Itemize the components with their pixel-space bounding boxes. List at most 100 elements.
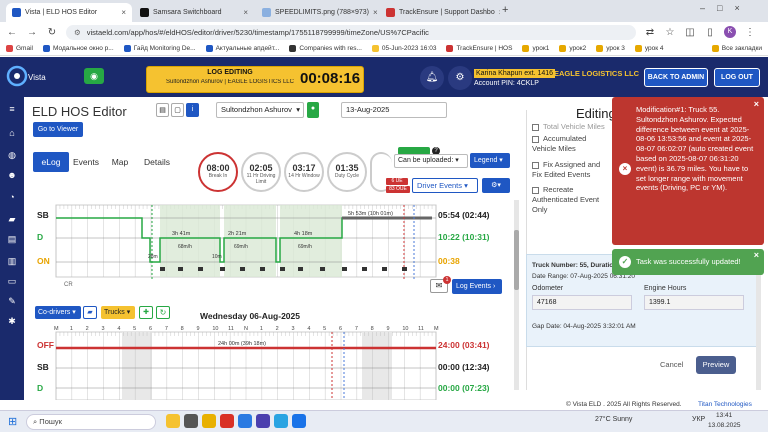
browser-tab[interactable]: TrackEnsure | Support Dashbo ×	[380, 3, 500, 22]
url-input[interactable]: ⚙ vistaeld.com/app/hos/#/eldHOS/editor/d…	[66, 24, 636, 40]
truck-icon[interactable]: ▰	[6, 213, 18, 225]
error-toast[interactable]: × × Modification#1: Truck 55. Sultondzho…	[612, 97, 764, 245]
sidepanel-icon[interactable]: ▯	[704, 27, 716, 38]
event-marker-icon[interactable]	[342, 267, 347, 271]
recreate-authenticated-checkbox[interactable]: Recreate Authenticated Event Only	[532, 185, 610, 215]
settings-icon[interactable]: ✱	[6, 315, 18, 327]
driver-select[interactable]: Sultondzhon Ashurov ▾	[216, 102, 304, 118]
translate-icon[interactable]: ⇄	[644, 27, 656, 38]
fix-edited-events-checkbox[interactable]: Fix Assigned and Fix Edited Events	[532, 160, 610, 180]
close-icon[interactable]: ×	[754, 242, 759, 268]
file-explorer-icon[interactable]	[202, 414, 216, 428]
new-tab-icon[interactable]: +	[502, 4, 508, 16]
browser-tab[interactable]: Samsara Switchboard ×	[134, 3, 254, 22]
go-to-viewer-button[interactable]: Go to Viewer	[33, 122, 83, 137]
extensions-icon[interactable]: ◫	[684, 27, 696, 38]
event-marker-icon[interactable]	[280, 267, 285, 271]
drive-segment-1[interactable]	[160, 205, 220, 277]
event-marker-icon[interactable]	[320, 267, 325, 271]
site-info-icon[interactable]: ⚙	[74, 28, 81, 37]
bell-icon[interactable]: ◔	[6, 191, 18, 203]
close-tab-icon[interactable]: ×	[121, 8, 126, 17]
legend-button[interactable]: Legend ▾	[470, 153, 510, 168]
can-be-uploaded-select[interactable]: Can be uploaded: ▾	[394, 154, 468, 168]
gear-icon[interactable]: ⚙	[448, 66, 472, 90]
bookmark-item[interactable]: Актуальные апдейт...	[205, 45, 279, 52]
tab-events[interactable]: Events	[69, 152, 103, 172]
bookmark-item[interactable]: Companies with res...	[289, 45, 362, 52]
browser-tab[interactable]: Vista | ELD HOS Editor ×	[6, 3, 132, 22]
scrollbar[interactable]	[514, 200, 519, 390]
driver-events-select[interactable]: Driver Events ▾	[412, 178, 478, 193]
event-marker-icon[interactable]	[240, 267, 245, 271]
sparkle-icon[interactable]	[166, 414, 180, 428]
event-marker-icon[interactable]	[178, 267, 183, 271]
total-miles-checkbox[interactable]: Total Vehicle Miles	[532, 122, 608, 132]
cancel-button[interactable]: Cancel	[660, 360, 683, 369]
event-marker-icon[interactable]	[160, 267, 165, 271]
close-tab-icon[interactable]: ×	[373, 8, 378, 17]
date-input[interactable]: 13-Aug-2025	[341, 102, 447, 118]
event-marker-icon[interactable]	[260, 267, 265, 271]
success-toast[interactable]: ✓ × Task was successfully updated!	[612, 249, 764, 275]
windows-start-icon[interactable]: ⊞	[8, 415, 17, 428]
bookmark-item[interactable]: урок 4	[634, 45, 664, 52]
odometer-input[interactable]: 47168	[532, 295, 632, 310]
info-icon[interactable]: i	[186, 103, 199, 117]
edge-icon[interactable]	[238, 414, 252, 428]
logout-button[interactable]: LOG OUT	[714, 68, 760, 87]
event-marker-icon[interactable]	[362, 267, 367, 271]
all-bookmarks[interactable]: Все закладки	[711, 45, 762, 52]
close-tab-icon[interactable]: ×	[243, 8, 248, 17]
close-icon[interactable]: ×	[754, 99, 759, 110]
window-controls[interactable]: –□×	[700, 3, 752, 13]
browser-tab[interactable]: SPEEDLIMITS.png (788×973) ×	[256, 3, 378, 22]
titan-link[interactable]: Titan Technologies	[698, 401, 752, 408]
back-to-admin-button[interactable]: BACK TO ADMIN	[644, 68, 708, 87]
language-indicator[interactable]: УКР	[692, 416, 705, 423]
event-marker-icon[interactable]	[382, 267, 387, 271]
clock-time[interactable]: 13:41	[716, 412, 732, 419]
drive-segment-3[interactable]	[280, 205, 342, 277]
bookmark-item[interactable]: Модальное окно р...	[42, 45, 114, 52]
event-marker-icon[interactable]	[198, 267, 203, 271]
settings-dropdown-button[interactable]: ⚙▾	[482, 178, 510, 193]
star-icon[interactable]: ☆	[664, 27, 676, 38]
accumulated-miles-checkbox[interactable]: Accumulated Vehicle Miles	[532, 134, 610, 154]
reload-icon[interactable]: ↻	[46, 27, 58, 38]
bookmark-item[interactable]: Гайд Monitoring De...	[123, 45, 196, 52]
document-icon[interactable]: ▤	[156, 103, 169, 117]
taskbar-search[interactable]: ⌕ Пошук	[26, 414, 156, 430]
vista-logo[interactable]: Vista	[6, 64, 46, 90]
engine-hours-input[interactable]: 1399.1	[644, 295, 744, 310]
bookmark-item[interactable]: урок1	[522, 45, 549, 52]
event-marker-icon[interactable]	[298, 267, 303, 271]
home-icon[interactable]: ⌂	[6, 127, 18, 139]
event-marker-icon[interactable]	[402, 267, 407, 271]
close-tab-icon[interactable]: ×	[499, 8, 500, 17]
bookmark-item[interactable]: Gmail	[6, 45, 33, 52]
view-mode-eye-icon[interactable]: ◉	[84, 68, 104, 84]
task-view-icon[interactable]	[184, 414, 198, 428]
id-card-icon[interactable]: ▭	[6, 275, 18, 287]
bookmark-item[interactable]: урок 3	[596, 45, 625, 52]
trucks-button[interactable]: Trucks ▾	[101, 306, 135, 319]
add-icon[interactable]: ✚	[139, 306, 153, 319]
clipboard-icon[interactable]: ▤	[6, 233, 18, 245]
app-icon[interactable]	[292, 414, 306, 428]
tab-details[interactable]: Details	[137, 152, 177, 172]
user-icon[interactable]: ●	[307, 102, 319, 118]
drive-segment-2[interactable]	[224, 205, 276, 277]
forward-icon[interactable]: →	[26, 27, 38, 38]
menu-icon[interactable]: ≡	[6, 103, 18, 115]
chart-icon[interactable]: ▥	[6, 255, 18, 267]
menu-icon[interactable]: ⋮	[744, 27, 756, 38]
teams-icon[interactable]	[256, 414, 270, 428]
event-marker-icon[interactable]	[220, 267, 225, 271]
co-drivers-button[interactable]: Co-drivers ▾	[35, 306, 81, 319]
back-icon[interactable]: ←	[6, 27, 18, 38]
bookmark-item[interactable]: урок2	[559, 45, 586, 52]
users-icon[interactable]: ☻	[6, 169, 18, 181]
notes-icon[interactable]: ▢	[171, 103, 184, 117]
bell-icon[interactable]: 🔔︎	[420, 66, 444, 90]
